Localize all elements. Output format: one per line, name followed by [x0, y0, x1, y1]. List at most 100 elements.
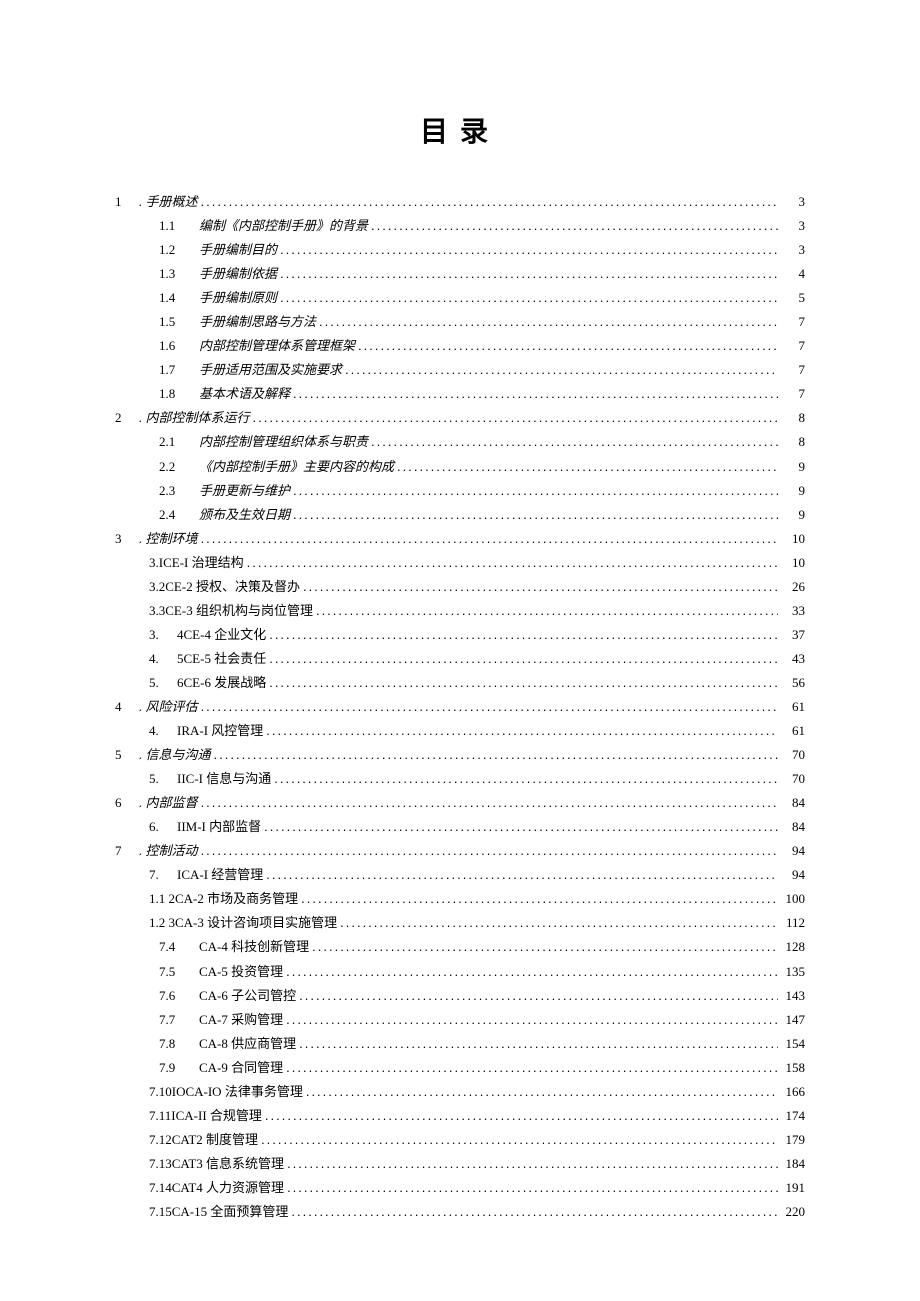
toc-subsection-number: 7.5 — [159, 960, 199, 984]
toc-subsection-number: 6. — [149, 815, 177, 839]
toc-entry-text: . 控制活动 — [139, 839, 198, 863]
toc-leader-dots — [286, 1008, 778, 1032]
toc-entry: 1. 手册概述3 — [115, 190, 805, 214]
toc-entry: 2.3手册更新与维护9 — [149, 479, 805, 503]
toc-subsection-number: 7.6 — [159, 984, 199, 1008]
toc-entry-text: 3.2CE-2 授权、决策及督办 — [149, 575, 300, 599]
toc-page-number: 26 — [781, 575, 805, 599]
toc-leader-dots — [269, 623, 778, 647]
toc-entry-text: IRA-I 风控管理 — [177, 719, 263, 743]
toc-entry: 7.8CA-8 供应商管理154 — [149, 1032, 805, 1056]
toc-entry: 7.4CA-4 科技创新管理128 — [149, 935, 805, 959]
toc-leader-dots — [201, 527, 778, 551]
toc-entry-text: 3.ICE-I 治理结构 — [149, 551, 244, 575]
toc-entry: 7.13CAT3 信息系统管理 184 — [149, 1152, 805, 1176]
toc-entry-text: 内部控制管理体系管理框架 — [199, 334, 355, 358]
toc-entry-text: CA-4 科技创新管理 — [199, 935, 309, 959]
toc-leader-dots — [264, 815, 778, 839]
toc-entry: 6. 内部监督84 — [115, 791, 805, 815]
toc-entry: 2.2《内部控制手册》主要内容的构成9 — [149, 455, 805, 479]
toc-page-number: 10 — [781, 527, 805, 551]
toc-entry-text: CA-5 投资管理 — [199, 960, 283, 984]
toc-page-number: 43 — [781, 647, 805, 671]
toc-page-number: 37 — [781, 623, 805, 647]
toc-entry: 7.10IOCA-IO 法律事务管理166 — [149, 1080, 805, 1104]
toc-leader-dots — [397, 455, 778, 479]
toc-entry: 3.2CE-2 授权、决策及督办 26 — [149, 575, 805, 599]
toc-entry: 2. 内部控制体系运行8 — [115, 406, 805, 430]
table-of-contents: 1. 手册概述31.1编制《内部控制手册》的背景31.2手册编制目的31.3手册… — [115, 190, 805, 1224]
toc-entry-text: 7.13CAT3 信息系统管理 — [149, 1152, 284, 1176]
toc-entry: 1.5手册编制思路与方法7 — [149, 310, 805, 334]
toc-page-number: 4 — [781, 262, 805, 286]
toc-leader-dots — [269, 647, 778, 671]
toc-page-number: 70 — [781, 743, 805, 767]
toc-leader-dots — [316, 599, 778, 623]
toc-entry: 2.1内部控制管理组织体系与职责8 — [149, 430, 805, 454]
toc-leader-dots — [201, 695, 778, 719]
toc-leader-dots — [287, 1152, 778, 1176]
toc-subsection-number: 7.4 — [159, 935, 199, 959]
toc-subsection-number: 2.3 — [159, 479, 199, 503]
toc-entry: 3.4CE-4 企业文化37 — [149, 623, 805, 647]
toc-entry: 1.7手册适用范围及实施要求7 — [149, 358, 805, 382]
toc-entry-text: . 内部监督 — [139, 791, 198, 815]
toc-entry: 4.IRA-I 风控管理61 — [149, 719, 805, 743]
toc-subsection-number: 1.3 — [159, 262, 199, 286]
toc-page-number: 112 — [781, 911, 805, 935]
toc-subsection-number: 4. — [149, 719, 177, 743]
toc-entry: 7.6CA-6 子公司管控143 — [149, 984, 805, 1008]
toc-subsection-number: 7.9 — [159, 1056, 199, 1080]
toc-entry-text: 7.15CA-15 全面预算管理 — [149, 1200, 288, 1224]
toc-entry-text: 手册编制依据 — [199, 262, 277, 286]
toc-entry-text: 4CE-4 企业文化 — [177, 623, 266, 647]
toc-subsection-number: 1.2 — [159, 238, 199, 262]
toc-page-number: 7 — [781, 334, 805, 358]
toc-subsection-number: 2.2 — [159, 455, 199, 479]
toc-leader-dots — [286, 960, 778, 984]
toc-entry-text: . 控制环境 — [139, 527, 198, 551]
toc-page-number: 9 — [781, 479, 805, 503]
toc-entry-text: 内部控制管理组织体系与职责 — [199, 430, 368, 454]
toc-entry-text: 5CE-5 社会责任 — [177, 647, 266, 671]
toc-subsection-number: 7. — [149, 863, 177, 887]
toc-entry: 6.IIM-I 内部监督84 — [149, 815, 805, 839]
toc-leader-dots — [269, 671, 778, 695]
toc-page-number: 184 — [781, 1152, 805, 1176]
toc-subsection-number: 7.7 — [159, 1008, 199, 1032]
toc-entry: 1.6内部控制管理体系管理框架7 — [149, 334, 805, 358]
toc-entry-text: 7.14CAT4 人力资源管理 — [149, 1176, 284, 1200]
toc-entry-text: . 风险评估 — [139, 695, 198, 719]
toc-entry: 2.4颁布及生效日期 9 — [149, 503, 805, 527]
toc-entry: 7.ICA-I 经营管理94 — [149, 863, 805, 887]
toc-entry: 7.12CAT2 制度管理179 — [149, 1128, 805, 1152]
toc-entry: 7.14CAT4 人力资源管理191 — [149, 1176, 805, 1200]
toc-page-number: 8 — [781, 430, 805, 454]
toc-entry: 7.15CA-15 全面预算管理220 — [149, 1200, 805, 1224]
toc-section-number: 6 — [115, 791, 139, 815]
toc-entry: 3.3CE-3 组织机构与岗位管理33 — [149, 599, 805, 623]
toc-entry-text: . 信息与沟通 — [139, 743, 211, 767]
toc-page-number: 9 — [781, 503, 805, 527]
toc-entry: 1.1 2CA-2 市场及商务管理100 — [149, 887, 805, 911]
toc-leader-dots — [286, 1056, 778, 1080]
toc-page-number: 135 — [781, 960, 805, 984]
toc-entry-text: CA-8 供应商管理 — [199, 1032, 296, 1056]
toc-leader-dots — [312, 935, 778, 959]
toc-entry: 7.11ICA-II 合规管理174 — [149, 1104, 805, 1128]
toc-leader-dots — [293, 479, 778, 503]
toc-page-number: 33 — [781, 599, 805, 623]
toc-subsection-number: 1.1 — [159, 214, 199, 238]
toc-entry-text: 《内部控制手册》主要内容的构成 — [199, 455, 394, 479]
toc-entry-text: 手册编制原则 — [199, 286, 277, 310]
toc-entry: 4.5CE-5 社会责任43 — [149, 647, 805, 671]
document-title: 目录 — [115, 110, 805, 150]
toc-subsection-number: 2.4 — [159, 503, 199, 527]
toc-entry-text: 编制《内部控制手册》的背景 — [199, 214, 368, 238]
toc-leader-dots — [299, 984, 778, 1008]
toc-leader-dots — [253, 406, 778, 430]
toc-leader-dots — [345, 358, 778, 382]
toc-entry-text: 颁布及生效日期 — [199, 503, 290, 527]
toc-leader-dots — [306, 1080, 778, 1104]
toc-leader-dots — [280, 286, 778, 310]
